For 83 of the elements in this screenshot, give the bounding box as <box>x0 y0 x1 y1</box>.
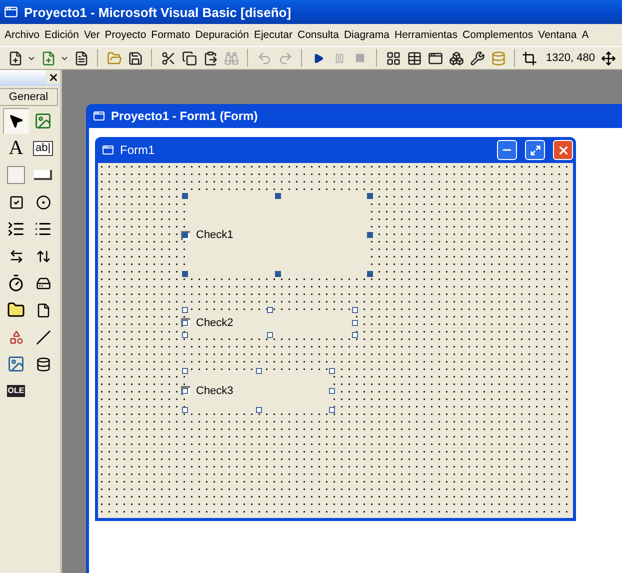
menu-item[interactable]: Ventana <box>536 29 580 41</box>
menu-item[interactable]: Ver <box>81 29 102 41</box>
combo-icon <box>7 220 25 238</box>
menu-item[interactable]: Edición <box>42 29 82 41</box>
toolbox-button[interactable] <box>468 49 486 67</box>
list-icon <box>34 220 52 238</box>
window-icon <box>93 110 105 122</box>
close-icon <box>556 144 570 156</box>
selection-handle[interactable] <box>329 368 335 374</box>
menu-item[interactable]: Depuración <box>192 29 252 41</box>
selection-handle[interactable] <box>182 407 188 413</box>
stopwatch-icon <box>7 274 25 292</box>
window-title: Proyecto1 - Microsoft Visual Basic [diseño] <box>24 4 292 20</box>
ole-icon: OLE <box>6 385 26 397</box>
menu-item[interactable]: Herramientas <box>392 29 460 41</box>
checkbox-caption: Check1 <box>196 229 234 241</box>
play-icon <box>312 52 324 64</box>
selection-handle[interactable] <box>367 271 373 277</box>
selection-handle[interactable] <box>274 193 280 199</box>
menu-item[interactable]: Archivo <box>2 29 42 41</box>
radio-icon <box>36 194 50 210</box>
selection-handle[interactable] <box>182 307 188 313</box>
pause-icon <box>334 52 344 64</box>
label-icon: A <box>8 138 24 158</box>
selection-handle[interactable] <box>182 232 188 238</box>
frame-icon <box>7 166 25 184</box>
folder-icon <box>7 301 25 319</box>
stop-icon <box>355 53 365 63</box>
app-icon <box>4 5 18 19</box>
position-readout: 1320, 480 <box>546 52 595 64</box>
shapes-icon <box>8 330 24 344</box>
menu-item[interactable]: Complementos <box>460 29 536 41</box>
toolbox-tool[interactable] <box>3 108 29 134</box>
toolbox-tool[interactable]: A <box>3 135 29 161</box>
file-icon <box>36 302 50 318</box>
menu-item[interactable]: Formato <box>148 29 193 41</box>
picture-icon <box>34 112 52 130</box>
menu-item[interactable]: Consulta <box>295 29 342 41</box>
form-title: Form1 <box>120 143 155 157</box>
command-button-icon <box>34 170 52 180</box>
selection-handle[interactable] <box>256 407 262 413</box>
textbox-icon: ab| <box>33 140 53 156</box>
selection-handle[interactable] <box>182 332 188 338</box>
selection-handle[interactable] <box>267 307 273 313</box>
selection-handle[interactable] <box>329 388 335 394</box>
toolbox-tool[interactable]: ab| <box>30 135 56 161</box>
checkbox-icon <box>8 194 24 210</box>
drive-icon <box>36 276 50 290</box>
maximize-button[interactable] <box>525 140 545 160</box>
selection-handle[interactable] <box>182 193 188 199</box>
selection-handle[interactable] <box>367 232 373 238</box>
checkbox-caption: Check2 <box>196 316 234 328</box>
minimize-button[interactable] <box>497 140 517 160</box>
close-button[interactable] <box>46 70 60 84</box>
designer-title: Proyecto1 - Form1 (Form) <box>111 109 258 123</box>
vertical-scroll-icon <box>36 248 50 264</box>
data-icon <box>36 356 50 372</box>
line-icon <box>36 330 50 344</box>
menu-item[interactable]: Diagrama <box>341 29 392 41</box>
selection-handle[interactable] <box>182 368 188 374</box>
selection-handle[interactable] <box>329 407 335 413</box>
selection-handle[interactable] <box>352 307 358 313</box>
checkbox-caption: Check3 <box>196 384 234 396</box>
copy-button[interactable] <box>180 49 198 67</box>
close-icon <box>48 72 58 82</box>
window-icon <box>102 144 114 156</box>
selection-handle[interactable] <box>256 368 262 374</box>
maximize-icon <box>530 144 540 156</box>
menu-item[interactable]: Ejecutar <box>251 29 295 41</box>
selection-handle[interactable] <box>267 332 273 338</box>
toolbox-tab[interactable]: General <box>0 88 58 106</box>
image-icon <box>7 355 25 373</box>
pointer-icon <box>8 113 24 129</box>
object-browser-button[interactable] <box>447 49 465 67</box>
menu-item[interactable]: Proyecto <box>102 29 149 41</box>
selection-handle[interactable] <box>352 320 358 326</box>
selection-handle[interactable] <box>367 193 373 199</box>
toolbox-tool[interactable]: OLE <box>3 378 29 404</box>
selection-handle[interactable] <box>352 332 358 338</box>
selection-handle[interactable] <box>274 271 280 277</box>
horizontal-scroll-icon <box>8 248 24 264</box>
selection-handle[interactable] <box>182 271 188 277</box>
menu-item[interactable]: A <box>579 29 592 41</box>
